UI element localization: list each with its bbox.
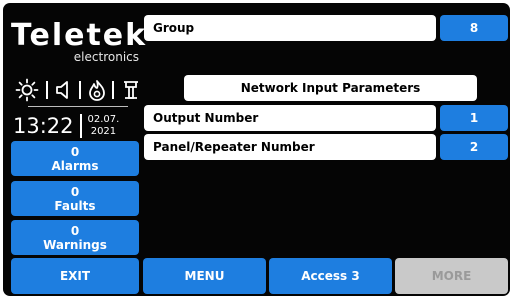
output-number-label: Output Number	[153, 111, 259, 125]
fire-detector-icon	[121, 79, 141, 101]
status-separator	[112, 81, 115, 99]
warnings-button[interactable]: 0 Warnings	[11, 220, 139, 255]
clock-date: 02.07. 2021	[88, 114, 120, 138]
divider	[28, 106, 128, 107]
panel-repeater-number-label: Panel/Repeater Number	[153, 140, 315, 154]
status-separator	[78, 81, 81, 99]
logo-brand: Teletek	[11, 18, 148, 53]
panel-repeater-number-field[interactable]: Panel/Repeater Number	[144, 134, 436, 160]
clock: 13:22 02.07. 2021	[13, 111, 141, 141]
faults-count: 0	[70, 184, 80, 199]
sun-icon	[15, 78, 39, 102]
speaker-icon	[54, 79, 72, 101]
status-icons	[15, 77, 141, 103]
panel-screen: Teletek electronics 13:22 02.07. 2021 0 …	[3, 3, 510, 296]
teletek-logo: Teletek electronics	[11, 18, 148, 64]
status-separator	[45, 81, 48, 99]
faults-button[interactable]: 0 Faults	[11, 181, 139, 216]
group-field[interactable]: Group	[144, 15, 436, 41]
output-number-field[interactable]: Output Number	[144, 105, 436, 131]
clock-time: 13:22	[13, 114, 74, 138]
alarms-count: 0	[70, 144, 80, 159]
output-number-value-button[interactable]: 1	[440, 105, 508, 131]
access-level-button[interactable]: Access 3	[269, 258, 392, 294]
more-button[interactable]: MORE	[395, 258, 508, 294]
faults-label: Faults	[54, 198, 96, 213]
exit-button[interactable]: EXIT	[11, 258, 139, 294]
clock-separator	[79, 114, 82, 138]
section-title: Network Input Parameters	[184, 75, 477, 101]
flame-icon	[88, 79, 106, 101]
group-value-button[interactable]: 8	[440, 15, 508, 41]
menu-button[interactable]: MENU	[143, 258, 266, 294]
warnings-count: 0	[70, 223, 80, 238]
clock-date-day-month: 02.07.	[87, 114, 120, 125]
output-number-value: 1	[469, 111, 479, 125]
group-value: 8	[469, 21, 479, 35]
warnings-label: Warnings	[43, 237, 107, 252]
group-label: Group	[153, 21, 195, 35]
alarms-button[interactable]: 0 Alarms	[11, 141, 139, 176]
panel-repeater-number-value: 2	[469, 140, 479, 154]
clock-date-year: 2021	[90, 126, 117, 137]
alarms-label: Alarms	[51, 158, 99, 173]
panel-repeater-number-value-button[interactable]: 2	[440, 134, 508, 160]
